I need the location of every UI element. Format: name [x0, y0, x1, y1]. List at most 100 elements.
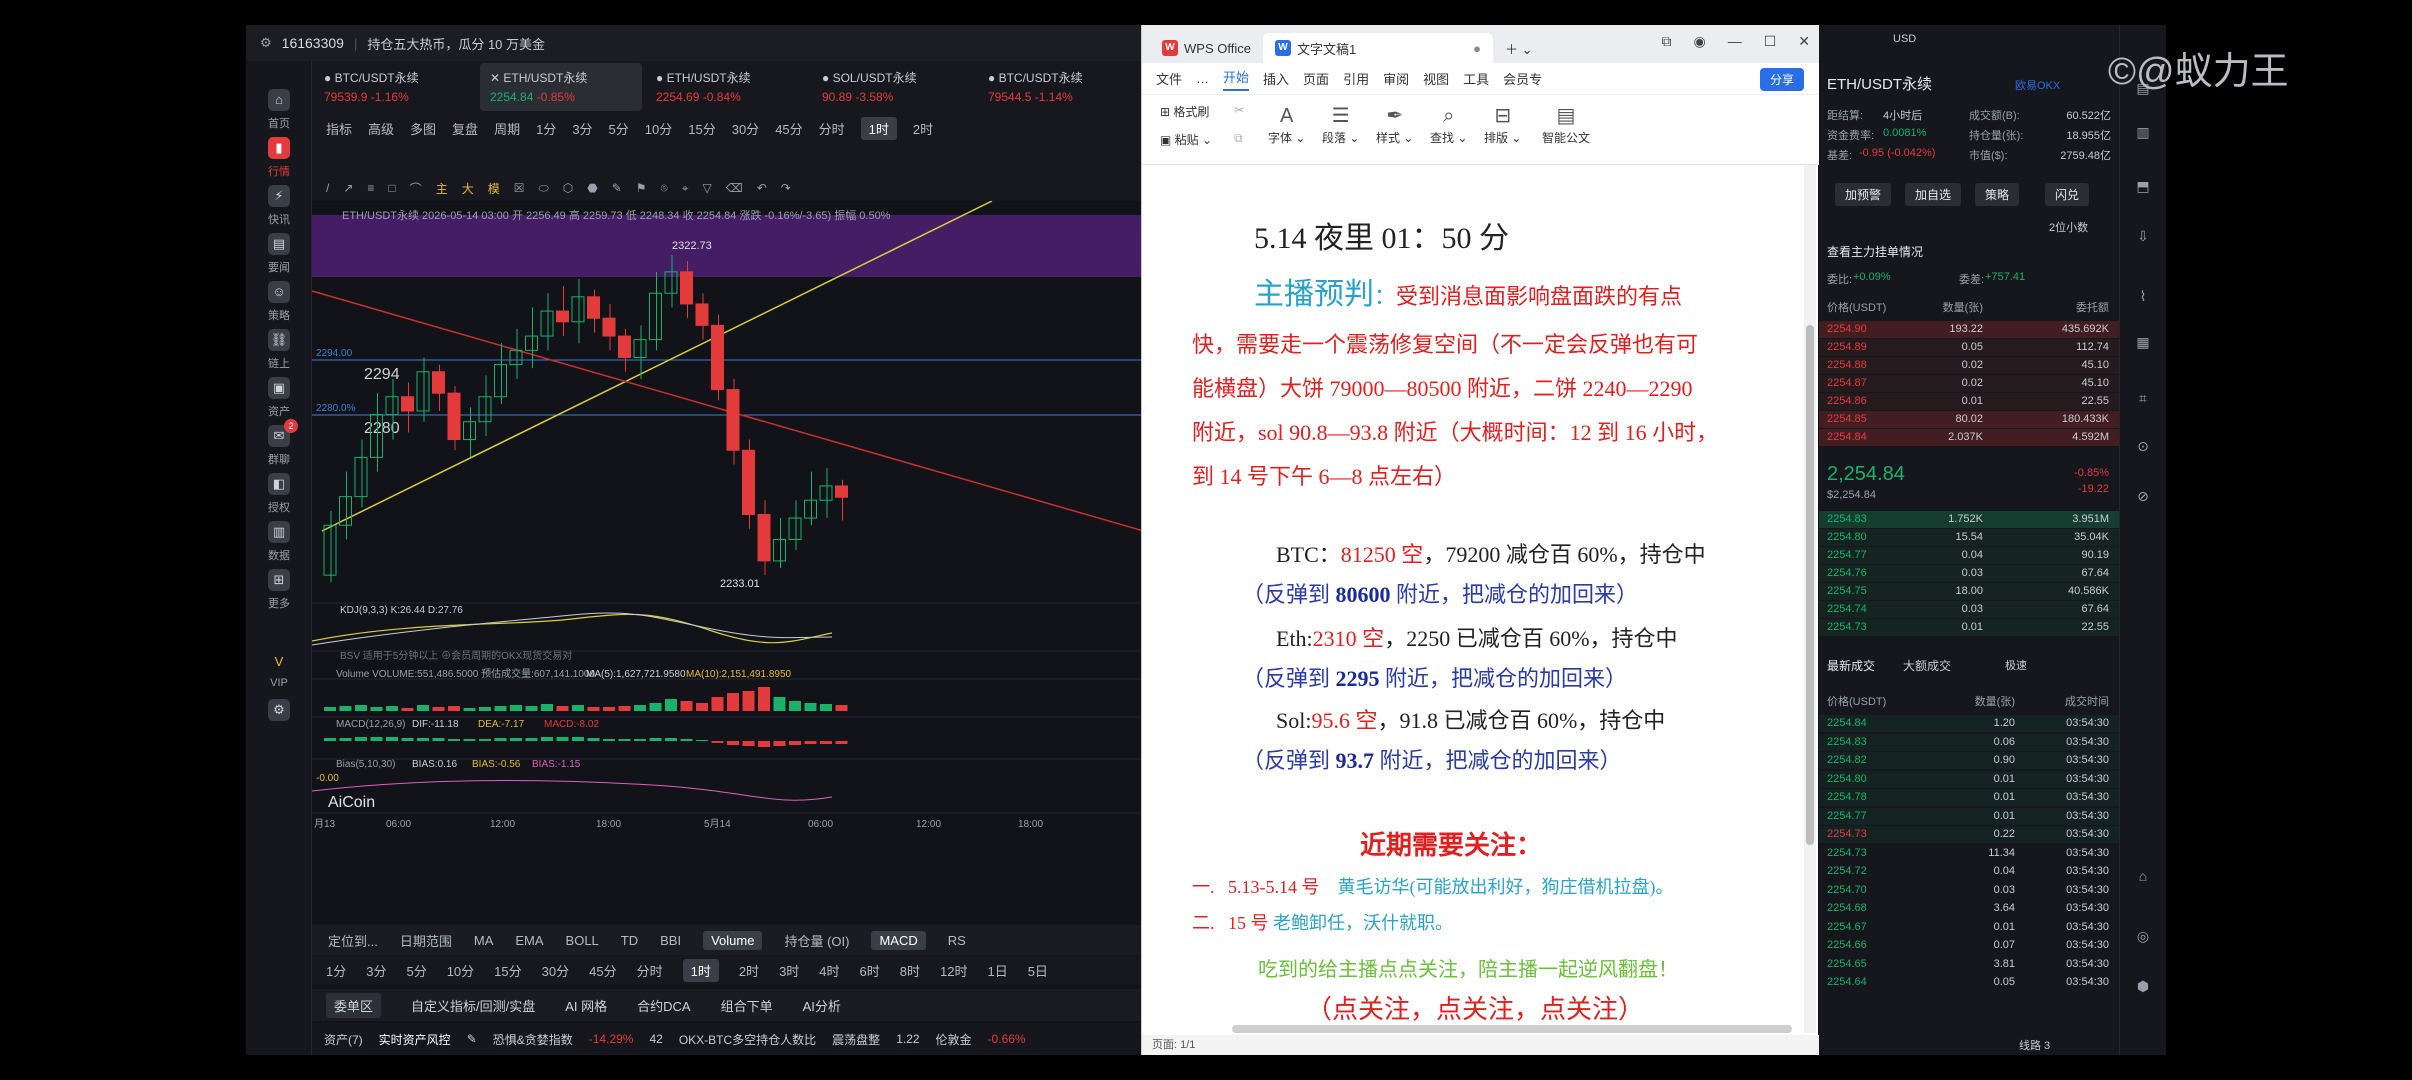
timeframe-item[interactable]: 8时 [900, 961, 920, 980]
draw-tool-icon[interactable]: ⚑ [636, 181, 647, 195]
new-tab-button[interactable]: ＋ ⌄ [1493, 33, 1545, 63]
panel-action-button[interactable]: 闪兑 [2045, 183, 2090, 206]
wps-menu-item[interactable]: 视图 [1423, 69, 1449, 88]
wps-menu-item[interactable]: 页面 [1303, 69, 1329, 88]
ticker-tab[interactable]: ● SOL/USDT永续 90.89 -3.58% [812, 63, 974, 111]
toolbar-item[interactable]: 1时 [860, 116, 897, 140]
timeframe-item[interactable]: 4时 [819, 961, 839, 980]
wps-menu-item[interactable]: … [1196, 71, 1209, 86]
wps-menu-item[interactable]: 引用 [1343, 69, 1369, 88]
function-tab[interactable]: 自定义指标/回测/实盘 [411, 996, 535, 1015]
timeframe-item[interactable]: 12时 [940, 961, 967, 980]
grid-icon[interactable]: ⌗ [2132, 387, 2154, 409]
ticker-tab[interactable]: ● ETH/USDT永续 2254.69 -0.84% [646, 63, 808, 111]
indicator-item[interactable]: TD [621, 933, 638, 948]
toolbar-item[interactable]: 5分 [609, 119, 629, 138]
assets-label[interactable]: 资产(7) [324, 1031, 363, 1048]
draw-tool-icon[interactable]: ▽ [703, 181, 712, 195]
draw-tool-icon[interactable]: ≡ [367, 181, 374, 195]
timeframe-item[interactable]: 5日 [1028, 961, 1048, 980]
timeframe-item[interactable]: 30分 [542, 961, 569, 980]
nav-item-more[interactable]: ⊞ 更多 [246, 559, 312, 621]
toolbar-item[interactable]: 15分 [688, 119, 715, 138]
function-tab[interactable]: 组合下单 [721, 996, 773, 1015]
toolbar-item[interactable]: 周期 [494, 119, 520, 138]
latest-trades-tab[interactable]: 最新成交 [1827, 657, 1875, 674]
wps-menu-item[interactable]: 文件 [1156, 69, 1182, 88]
draw-tool-icon[interactable]: 模 [488, 180, 500, 197]
maximize-icon[interactable]: ☐ [1764, 33, 1777, 50]
nav-item-settings[interactable]: ⚙ [246, 689, 312, 751]
timeframe-item[interactable]: 1日 [987, 961, 1007, 980]
ticker-tab[interactable]: ● BTC/USDT永续 79539.9 -1.16% [314, 63, 476, 111]
doc-icon[interactable]: ⬒ [2132, 175, 2154, 197]
draw-tool-icon[interactable]: ⌖ [682, 181, 689, 196]
smart-doc-button[interactable]: ▤ 智能公文 [1542, 103, 1590, 146]
ticker-tab[interactable]: ✕ ETH/USDT永续 2254.84 -0.85% [480, 63, 642, 111]
wps-doc-tab[interactable]: W 文字文稿1 ● [1262, 33, 1493, 63]
paragraph-button[interactable]: ☰ 段落 ⌄ [1322, 103, 1359, 146]
robot-icon[interactable]: ⊙ [2132, 435, 2154, 457]
indicator-item[interactable]: EMA [515, 933, 543, 948]
timeframe-item[interactable]: 3时 [779, 961, 799, 980]
draw-tool-icon[interactable]: ↷ [781, 181, 791, 195]
toolbar-item[interactable]: 分时 [819, 119, 845, 138]
format-painter-button[interactable]: ⊞ 格式刷 [1160, 103, 1209, 120]
document-page[interactable]: 5.14 夜里 01：50 分 主播预判：受到消息面影响盘面跌的有点 快，需要走… [1142, 165, 1802, 1033]
account-icon[interactable]: ⚙ [260, 35, 272, 51]
realtime-risk-label[interactable]: 实时资产风控 [379, 1031, 451, 1048]
wps-menu-item[interactable]: 插入 [1263, 69, 1289, 88]
share-button[interactable]: 分享 [1759, 68, 1804, 91]
fast-toggle[interactable]: 极速 [2005, 657, 2027, 673]
draw-tool-icon[interactable]: ⌾ [661, 181, 668, 196]
timeframe-item[interactable]: 10分 [447, 961, 474, 980]
screen-icon[interactable]: ▦ [2132, 331, 2154, 353]
toolbar-item[interactable]: 指标 [326, 119, 352, 138]
draw-tool-icon[interactable]: / [326, 181, 329, 195]
close-icon[interactable]: ✕ [490, 71, 503, 85]
toolbar-item[interactable]: 3分 [572, 119, 592, 138]
promo-banner[interactable]: 持仓五大热币，瓜分 10 万美金 [367, 34, 545, 53]
toolbar-item[interactable]: 2时 [913, 119, 933, 138]
toolbar-item[interactable]: 30分 [732, 119, 759, 138]
network-line-label[interactable]: 线路 3 [2019, 1037, 2050, 1053]
timeframe-item[interactable]: 分时 [637, 961, 663, 980]
draw-tool-icon[interactable]: 大 [462, 180, 474, 197]
timeframe-item[interactable]: 45分 [589, 961, 616, 980]
function-tab[interactable]: AI分析 [803, 996, 841, 1015]
font-button[interactable]: A 字体 ⌄ [1268, 103, 1305, 146]
wps-menu-item[interactable]: 审阅 [1383, 69, 1409, 88]
ticker-tab[interactable]: ● BTC/USDT永续 79544.5 -1.14% [978, 63, 1140, 111]
draw-tool-icon[interactable]: ↗ [343, 181, 353, 195]
toolbar-item[interactable]: 45分 [775, 119, 802, 138]
minimize-icon[interactable]: — [1728, 33, 1742, 50]
find-button[interactable]: ⌕ 查找 ⌄ [1430, 103, 1467, 146]
timeframe-item[interactable]: 1分 [326, 961, 346, 980]
notes-icon[interactable]: ▥ [2132, 121, 2154, 143]
chart-icon[interactable]: ⌇ [2132, 285, 2154, 307]
panel-action-button[interactable]: 策略 [1975, 183, 2020, 206]
decimals-select[interactable]: 2位小数 [2049, 219, 2088, 235]
large-trades-tab[interactable]: 大额成交 [1903, 657, 1951, 674]
wps-home-tab[interactable]: W WPS Office [1150, 33, 1263, 63]
headset-icon[interactable]: ◎ [2132, 925, 2154, 947]
indicator-item[interactable]: MACD [871, 930, 926, 950]
home-icon[interactable]: ⌂ [2132, 865, 2154, 887]
indicator-item[interactable]: BBI [660, 933, 681, 948]
layout-button[interactable]: ⊟ 排版 ⌄ [1484, 103, 1521, 146]
draw-tool-icon[interactable]: □ [388, 181, 395, 195]
draw-tool-icon[interactable]: ☒ [514, 181, 525, 195]
doc-horizontal-scrollbar[interactable] [1232, 1025, 1792, 1033]
currency-select[interactable]: USD [1893, 33, 1916, 45]
download-icon[interactable]: ⇩ [2132, 225, 2154, 247]
draw-tool-icon[interactable]: ⬭ [539, 181, 549, 196]
indicator-item[interactable]: Volume [703, 930, 763, 950]
target-icon[interactable]: ⊘ [2132, 485, 2154, 507]
function-tab[interactable]: 合约DCA [637, 996, 690, 1015]
indicator-item[interactable]: 持仓量 (OI) [784, 931, 849, 950]
toolbar-item[interactable]: 复盘 [452, 119, 478, 138]
cut-icon[interactable]: ✂ [1234, 103, 1244, 117]
draw-tool-icon[interactable]: ✎ [612, 181, 622, 195]
toolbar-item[interactable]: 多图 [410, 119, 436, 138]
exchange-link[interactable]: 欧易OKX [2015, 77, 2060, 93]
